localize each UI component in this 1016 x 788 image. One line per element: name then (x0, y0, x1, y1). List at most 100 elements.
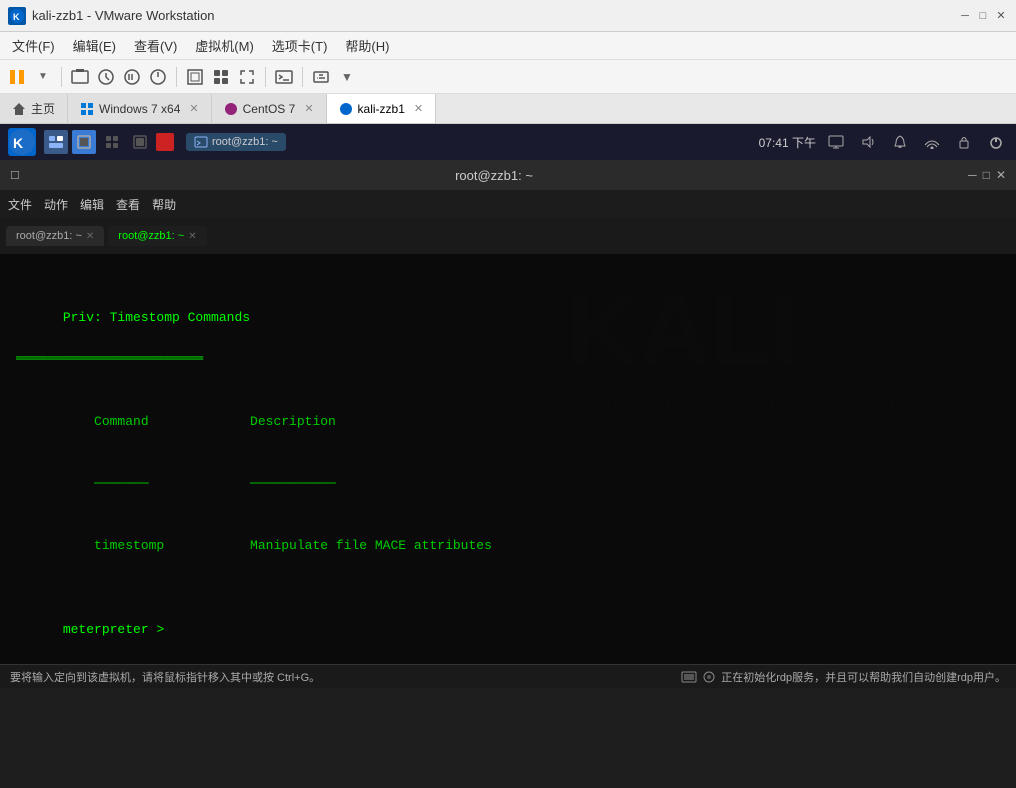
toolbar-shutdown-icon[interactable] (147, 66, 169, 88)
tab-home-label: 主页 (31, 100, 55, 117)
toolbar-restore-icon[interactable] (95, 66, 117, 88)
toolbar-help-icon[interactable]: ▼ (336, 66, 358, 88)
tab-win7-close[interactable]: ✕ (189, 102, 198, 115)
terminal-title-text: root@zzb1: ~ (20, 168, 968, 183)
windows-icon (80, 102, 94, 116)
terminal-titlebar: ☐ root@zzb1: ~ ─ □ ✕ (0, 160, 1016, 190)
tab-centos[interactable]: CentOS 7 ✕ (212, 94, 327, 123)
close-button[interactable]: ✕ (994, 9, 1008, 23)
toolbar-dropdown-icon[interactable]: ▼ (32, 66, 54, 88)
term-line-table-header: Command Description (16, 391, 1000, 453)
terminal-restore[interactable]: □ (983, 168, 990, 182)
term-line-underline: ════════════════════════ (16, 349, 1000, 370)
kali-time: 07:41 下午 (759, 134, 816, 151)
toolbar-screenshot-icon[interactable] (69, 66, 91, 88)
menu-view[interactable]: 查看(V) (126, 34, 185, 57)
menu-file[interactable]: 文件(F) (4, 34, 63, 57)
svg-text:K: K (13, 12, 20, 22)
terminal-tab-2-label: root@zzb1: ~ (118, 230, 184, 242)
kali-lock-icon[interactable] (952, 130, 976, 154)
kali-taskbar-icon-3[interactable] (100, 130, 124, 154)
centos-icon (224, 102, 238, 116)
menu-edit[interactable]: 编辑(E) (65, 34, 124, 57)
kali-app-icon: K (8, 7, 26, 25)
bottom-statusbar: 要将输入定向到该虚拟机，请将鼠标指针移入其中或按 Ctrl+G。 正在初始化rd… (0, 664, 1016, 688)
term-line-table-sep: ─────── ─────────── (16, 453, 1000, 515)
term-menu-view[interactable]: 查看 (116, 196, 140, 213)
toolbar-unity-icon[interactable] (210, 66, 232, 88)
term-title-controls: ☐ (10, 169, 20, 182)
tab-home[interactable]: 主页 (0, 94, 68, 123)
kali-taskbar-icon-2[interactable] (72, 130, 96, 154)
term-line-blank-3 (16, 578, 1000, 599)
kali-logo[interactable]: K (8, 128, 36, 156)
terminal-task-label: root@zzb1: ~ (212, 136, 278, 148)
toolbar-fullscreen-icon[interactable] (184, 66, 206, 88)
kali-taskbar-icon-1[interactable] (44, 130, 68, 154)
kali-notify-icon[interactable] (888, 130, 912, 154)
terminal-menubar: 文件 动作 编辑 查看 帮助 (0, 190, 1016, 218)
bottom-icon-2 (701, 670, 717, 684)
term-menu-file[interactable]: 文件 (8, 196, 32, 213)
terminal-body[interactable]: Priv: Timestomp Commands ═══════════════… (0, 254, 1016, 664)
restore-button[interactable]: □ (976, 9, 990, 23)
terminal-tab-2[interactable]: root@zzb1: ~ ✕ (108, 226, 206, 246)
toolbar-separator-4 (302, 67, 303, 87)
kali-tab-icon (339, 102, 353, 116)
vmware-window-controls: ─ □ ✕ (958, 9, 1008, 23)
menu-vm[interactable]: 虚拟机(M) (187, 34, 262, 57)
term-line-blank-2 (16, 370, 1000, 391)
menu-tabs[interactable]: 选项卡(T) (264, 34, 336, 57)
vmware-menubar: 文件(F) 编辑(E) 查看(V) 虚拟机(M) 选项卡(T) 帮助(H) (0, 32, 1016, 60)
term-menu-edit[interactable]: 编辑 (80, 196, 104, 213)
toolbar-settings-icon[interactable] (310, 66, 332, 88)
term-line-meterp-1: meterpreter > (16, 599, 1000, 661)
terminal-task-icon (194, 135, 208, 149)
term-line-heading: Priv: Timestomp Commands (16, 287, 1000, 349)
menu-help[interactable]: 帮助(H) (337, 34, 397, 57)
term-menu-action[interactable]: 动作 (44, 196, 68, 213)
toolbar-pause-icon[interactable] (6, 66, 28, 88)
vmware-title-left: K kali-zzb1 - VMware Workstation (8, 7, 215, 25)
terminal-tab-1[interactable]: root@zzb1: ~ ✕ (6, 226, 104, 246)
toolbar-terminal-icon[interactable] (273, 66, 295, 88)
bottom-icon-1 (681, 670, 697, 684)
kali-open-terminal-task[interactable]: root@zzb1: ~ (186, 133, 286, 151)
vmware-title-text: kali-zzb1 - VMware Workstation (32, 8, 215, 23)
terminal-minimize[interactable]: ─ (968, 168, 977, 182)
terminal-tabs: root@zzb1: ~ ✕ root@zzb1: ~ ✕ (0, 218, 1016, 254)
tab-centos-label: CentOS 7 (243, 102, 296, 116)
kali-network-icon[interactable] (920, 130, 944, 154)
svg-text:K: K (13, 135, 23, 151)
bottom-right-text: 正在初始化rdp服务，并且可以帮助我们自动创建rdp用户。 (721, 669, 1006, 685)
home-icon (12, 102, 26, 116)
kali-power-icon[interactable] (984, 130, 1008, 154)
term-line-blank-1 (16, 266, 1000, 287)
term-checkbox[interactable]: ☐ (10, 169, 20, 182)
kali-taskbar-icon-5[interactable] (156, 133, 174, 151)
toolbar-separator-3 (265, 67, 266, 87)
term-line-table-row: timestomp Manipulate file MACE attribute… (16, 516, 1000, 578)
tab-kali[interactable]: kali-zzb1 ✕ (327, 94, 437, 123)
terminal-tab-2-close[interactable]: ✕ (188, 231, 196, 242)
tab-kali-close[interactable]: ✕ (414, 102, 423, 115)
terminal-tab-1-close[interactable]: ✕ (86, 231, 94, 242)
term-menu-help[interactable]: 帮助 (152, 196, 176, 213)
kali-topbar: K root@zzb1: ~ 07:41 下午 (0, 124, 1016, 160)
term-line-blank-4 (16, 661, 1000, 664)
toolbar-fit-icon[interactable] (236, 66, 258, 88)
kali-taskbar-icon-4[interactable] (128, 130, 152, 154)
tab-centos-close[interactable]: ✕ (304, 102, 313, 115)
vmware-tabs: 主页 Windows 7 x64 ✕ CentOS 7 ✕ kali-zzb1 … (0, 94, 1016, 124)
vmware-toolbar: ▼ ▼ (0, 60, 1016, 94)
terminal-window-controls: ─ □ ✕ (968, 168, 1006, 182)
toolbar-separator-2 (176, 67, 177, 87)
toolbar-separator-1 (61, 67, 62, 87)
bottom-right-area: 正在初始化rdp服务，并且可以帮助我们自动创建rdp用户。 (681, 669, 1006, 685)
kali-sound-icon[interactable] (856, 130, 880, 154)
minimize-button[interactable]: ─ (958, 9, 972, 23)
kali-display-icon[interactable] (824, 130, 848, 154)
terminal-close[interactable]: ✕ (996, 168, 1006, 182)
toolbar-suspend-icon[interactable] (121, 66, 143, 88)
tab-win7[interactable]: Windows 7 x64 ✕ (68, 94, 212, 123)
